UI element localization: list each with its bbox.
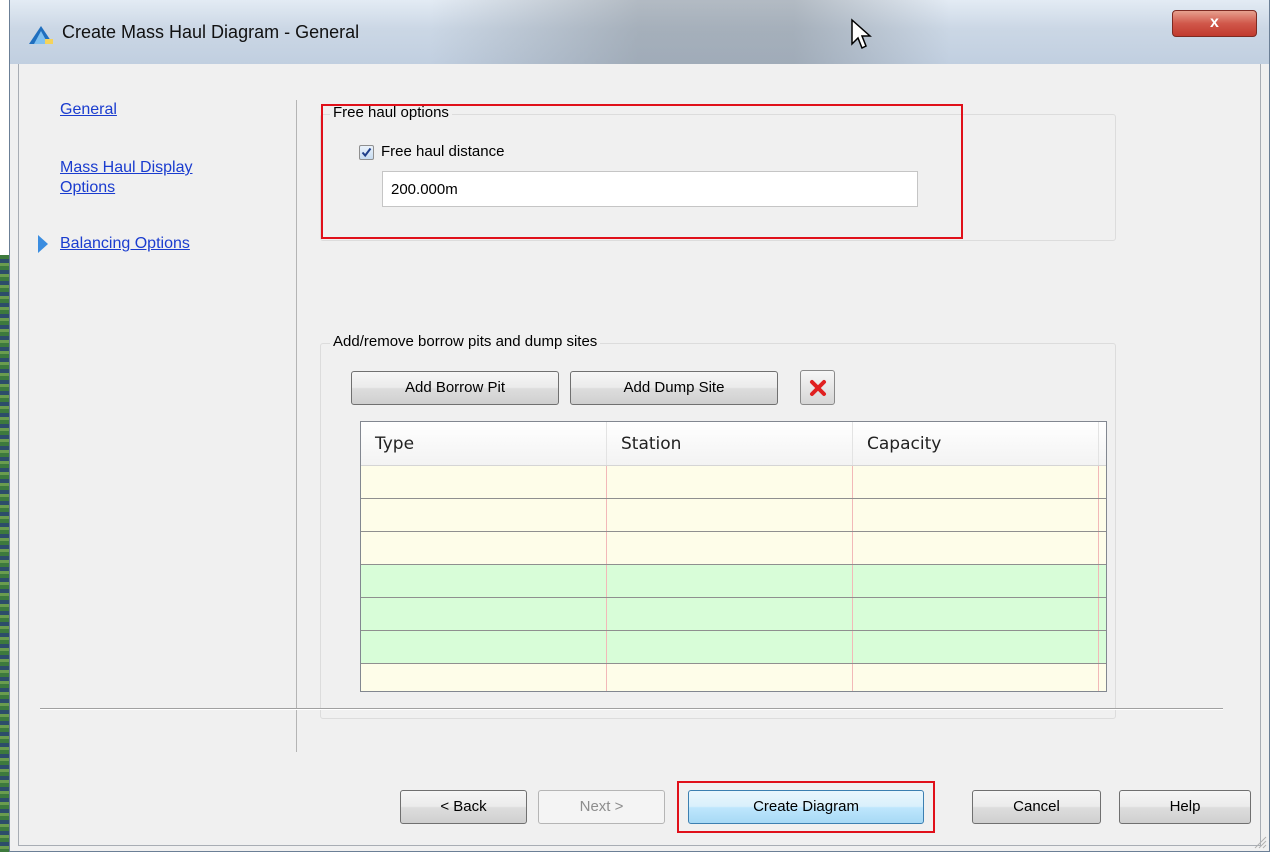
nav-link-general[interactable]: General bbox=[60, 100, 117, 120]
delete-site-button[interactable] bbox=[800, 370, 835, 405]
help-button[interactable]: Help bbox=[1119, 790, 1251, 824]
table-cell-type[interactable] bbox=[361, 532, 607, 564]
table-cell-capacity[interactable] bbox=[853, 466, 1099, 498]
table-cell-capacity[interactable] bbox=[853, 664, 1099, 691]
table-cell-station[interactable] bbox=[607, 664, 853, 691]
table-cell-station[interactable] bbox=[607, 466, 853, 498]
background-desktop-strip bbox=[0, 255, 9, 852]
nav-link-mass-haul-display-options[interactable]: Mass Haul Display Options bbox=[60, 158, 230, 198]
resize-grip-icon[interactable] bbox=[1251, 833, 1267, 849]
red-x-delete-icon bbox=[810, 380, 826, 396]
next-button[interactable]: Next > bbox=[538, 790, 665, 824]
nav-divider bbox=[296, 100, 297, 752]
table-cell-type[interactable] bbox=[361, 466, 607, 498]
cancel-button[interactable]: Cancel bbox=[972, 790, 1101, 824]
column-header-type[interactable]: Type bbox=[361, 422, 607, 465]
table-cell-station[interactable] bbox=[607, 598, 853, 630]
add-dump-site-button[interactable]: Add Dump Site bbox=[570, 371, 778, 405]
dialog-window: Create Mass Haul Diagram - General x Gen… bbox=[9, 0, 1270, 852]
back-button[interactable]: < Back bbox=[400, 790, 527, 824]
footer-separator bbox=[40, 708, 1223, 709]
table-cell-type[interactable] bbox=[361, 664, 607, 691]
app-logo-icon bbox=[29, 26, 53, 44]
window-title: Create Mass Haul Diagram - General bbox=[62, 22, 360, 42]
table-row[interactable] bbox=[361, 466, 1106, 499]
table-cell-capacity[interactable] bbox=[853, 565, 1099, 597]
table-row[interactable] bbox=[361, 499, 1106, 532]
table-cell-capacity[interactable] bbox=[853, 631, 1099, 663]
free-haul-highlight-box bbox=[321, 104, 963, 239]
table-cell-station[interactable] bbox=[607, 532, 853, 564]
mouse-pointer-icon bbox=[851, 18, 872, 50]
table-cell-type[interactable] bbox=[361, 631, 607, 663]
table-cell-station[interactable] bbox=[607, 631, 853, 663]
create-diagram-highlight-box bbox=[677, 781, 935, 833]
table-header: Type Station Capacity bbox=[361, 422, 1106, 466]
sites-table[interactable]: Type Station Capacity bbox=[360, 421, 1107, 692]
title-bar[interactable]: Create Mass Haul Diagram - General x bbox=[10, 0, 1269, 64]
title-bar-shade bbox=[430, 0, 950, 64]
column-header-station[interactable]: Station bbox=[607, 422, 853, 465]
table-cell-type[interactable] bbox=[361, 598, 607, 630]
table-row[interactable] bbox=[361, 631, 1106, 664]
table-cell-station[interactable] bbox=[607, 499, 853, 531]
table-row[interactable] bbox=[361, 664, 1106, 691]
table-cell-capacity[interactable] bbox=[853, 598, 1099, 630]
nav-link-balancing-options[interactable]: Balancing Options bbox=[60, 234, 190, 254]
table-cell-type[interactable] bbox=[361, 499, 607, 531]
sites-group-title: Add/remove borrow pits and dump sites bbox=[330, 333, 601, 350]
table-cell-capacity[interactable] bbox=[853, 499, 1099, 531]
table-row[interactable] bbox=[361, 532, 1106, 565]
table-row[interactable] bbox=[361, 565, 1106, 598]
table-cell-type[interactable] bbox=[361, 565, 607, 597]
table-row[interactable] bbox=[361, 598, 1106, 631]
close-button[interactable]: x bbox=[1172, 10, 1257, 37]
table-cell-station[interactable] bbox=[607, 565, 853, 597]
column-header-capacity[interactable]: Capacity bbox=[853, 422, 1099, 465]
add-borrow-pit-button[interactable]: Add Borrow Pit bbox=[351, 371, 559, 405]
table-cell-capacity[interactable] bbox=[853, 532, 1099, 564]
current-page-arrow-icon bbox=[38, 235, 48, 253]
